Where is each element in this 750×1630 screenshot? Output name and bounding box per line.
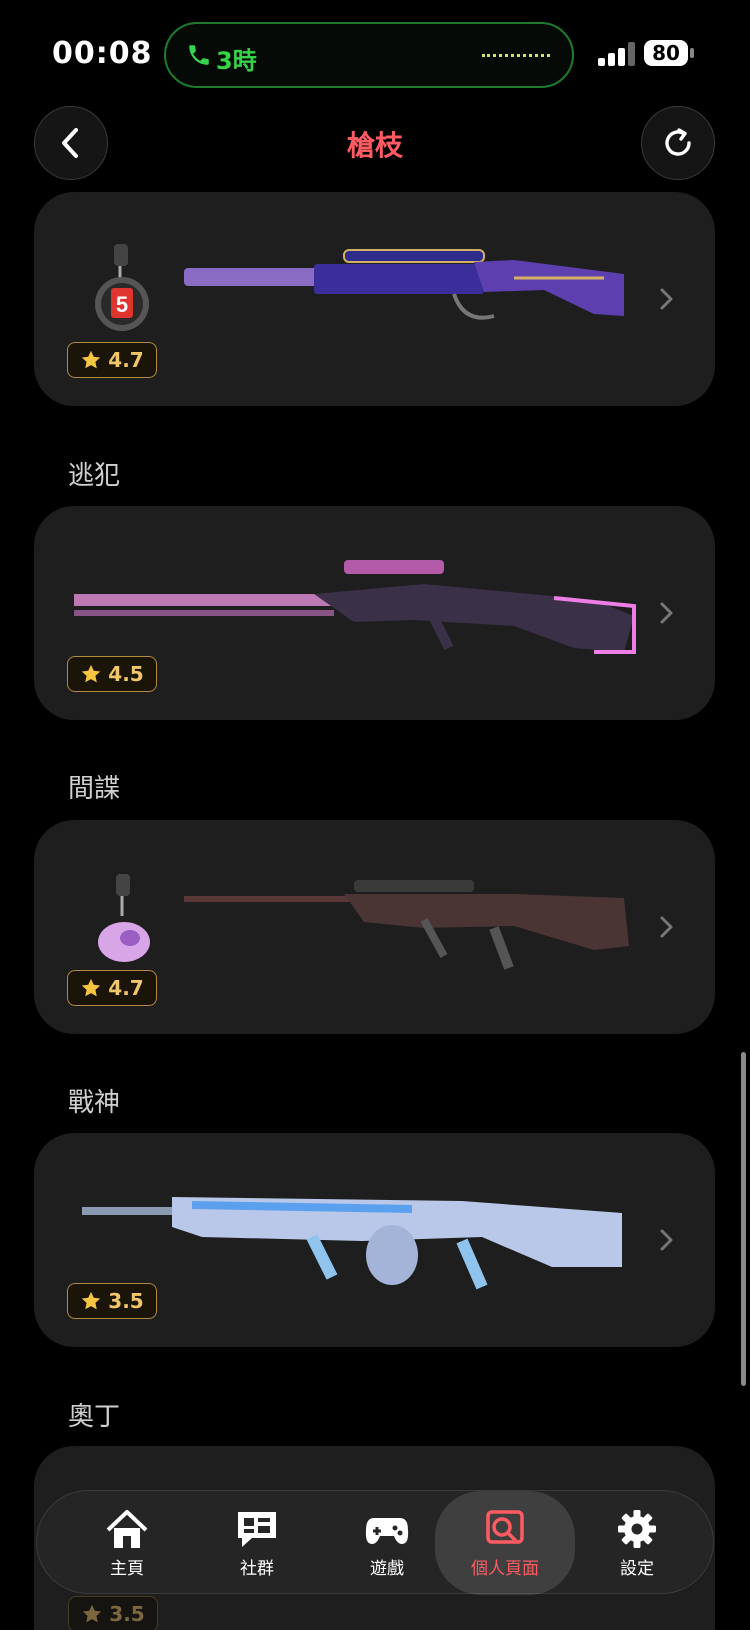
weapon-name-label: 間諜 [68, 774, 121, 804]
rating-value: 3.5 [109, 1602, 145, 1626]
chat-icon [238, 1511, 276, 1547]
weapon-card[interactable]: 4.5 [34, 506, 715, 720]
weapon-name-label: 逃犯 [68, 461, 121, 491]
bottom-tab-bar: 主頁 社群 遊戲 個人頁面 設定 [36, 1490, 714, 1595]
tab-home[interactable]: 主頁 [67, 1491, 187, 1595]
weapon-ares-image [82, 1197, 622, 1290]
weapon-name-label: 奧丁 [68, 1402, 121, 1432]
rating-badge: 4.7 [67, 970, 157, 1006]
weapon-card[interactable]: 4.7 [34, 820, 715, 1034]
profile-search-icon [486, 1509, 524, 1544]
chevron-right-icon [660, 602, 673, 624]
rating-badge: 3.5 [68, 1596, 158, 1630]
rating-badge: 4.7 [67, 342, 157, 378]
tab-settings[interactable]: 設定 [577, 1491, 697, 1595]
chevron-right-icon [660, 1229, 673, 1251]
star-icon [82, 350, 101, 369]
gun-buddy-charm: 5 [95, 244, 149, 331]
rating-value: 4.7 [108, 348, 144, 372]
svg-text:5: 5 [116, 292, 128, 317]
star-icon [82, 978, 101, 997]
status-bar: 00:08 3時 80 [0, 0, 750, 100]
weapon-card[interactable]: 5 4.7 [34, 192, 715, 406]
refresh-button[interactable] [641, 106, 715, 180]
audio-waveform [482, 54, 550, 57]
tab-label: 遊戲 [370, 1558, 404, 1579]
rating-value: 4.5 [108, 662, 144, 686]
signal-icon [598, 42, 638, 66]
gamepad-icon [365, 1517, 409, 1544]
page-title: 槍枝 [346, 129, 403, 162]
weapon-marshal-image [184, 880, 629, 970]
home-icon [106, 1509, 148, 1548]
star-icon [82, 1291, 101, 1310]
battery-icon: 80 [644, 40, 694, 66]
rating-value: 3.5 [108, 1289, 144, 1313]
gear-icon [618, 1509, 656, 1548]
weapon-card[interactable]: 3.5 [34, 1133, 715, 1347]
rating-badge: 3.5 [67, 1283, 157, 1319]
chevron-right-icon [660, 288, 673, 310]
tab-community[interactable]: 社群 [197, 1491, 317, 1595]
rating-value: 4.7 [108, 976, 144, 1000]
tab-label: 社群 [240, 1558, 274, 1579]
tab-label: 設定 [620, 1558, 654, 1579]
tab-profile[interactable]: 個人頁面 [435, 1491, 575, 1595]
weapon-rifle-image [184, 249, 624, 320]
scrollbar[interactable] [741, 1052, 746, 1386]
chevron-right-icon [660, 916, 673, 938]
gun-buddy-charm [98, 874, 150, 962]
star-icon [82, 664, 101, 683]
status-time: 00:08 [52, 36, 153, 71]
weapon-name-label: 戰神 [68, 1088, 121, 1118]
refresh-icon [665, 128, 691, 156]
star-icon [83, 1604, 102, 1623]
call-duration: 3時 [216, 47, 257, 75]
phone-icon [189, 45, 209, 65]
tab-games[interactable]: 遊戲 [327, 1491, 447, 1595]
tab-label: 主頁 [110, 1558, 144, 1579]
weapon-sniper-image [74, 560, 636, 654]
active-call-pill[interactable]: 3時 [164, 22, 574, 88]
rating-badge: 4.5 [67, 656, 157, 692]
tab-label: 個人頁面 [471, 1558, 539, 1579]
